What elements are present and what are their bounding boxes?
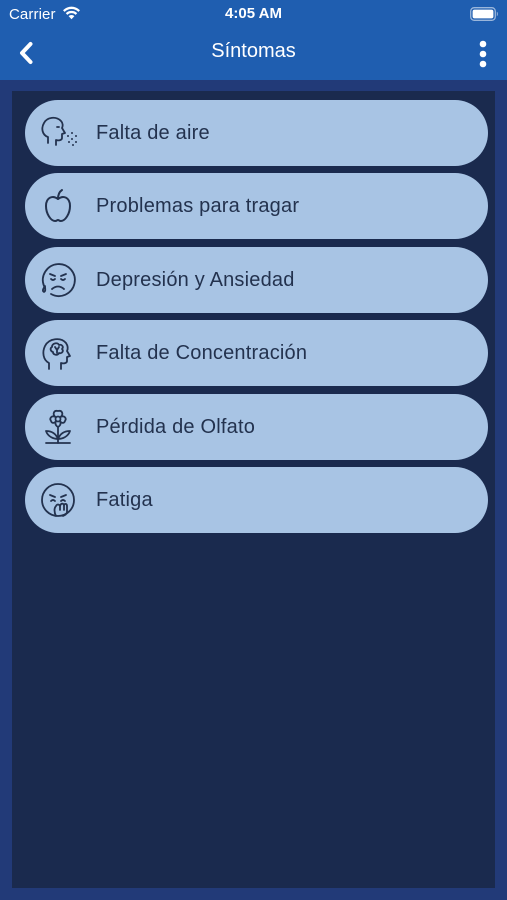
sad-face-icon <box>41 262 76 297</box>
clock-time: 4:05 AM <box>225 5 282 22</box>
symptom-item-perdida-de-olfato[interactable]: Pérdida de Olfato <box>25 393 488 460</box>
tired-face-icon <box>41 483 75 517</box>
breath-face-icon <box>41 116 77 146</box>
symptom-label: Fatiga <box>96 488 153 511</box>
symptom-label: Pérdida de Olfato <box>96 415 256 438</box>
more-options-button[interactable] <box>472 38 494 70</box>
flower-icon <box>45 409 71 444</box>
brain-head-icon <box>42 338 71 371</box>
page-title: Síntomas <box>211 40 296 62</box>
symptom-item-falta-de-concentracion[interactable]: Falta de Concentración <box>25 320 488 387</box>
symptom-label: Depresión y Ansiedad <box>96 268 295 291</box>
vertical-ellipsis-icon <box>479 40 487 68</box>
symptom-list: Falta de aire Problemas para tragar Depr… <box>25 100 488 540</box>
apple-icon <box>45 189 71 223</box>
symptoms-panel: Falta de aire Problemas para tragar Depr… <box>12 91 495 888</box>
symptom-label: Falta de aire <box>96 122 210 144</box>
battery-icon <box>470 7 498 21</box>
symptom-item-falta-de-aire[interactable]: Falta de aire <box>25 100 488 166</box>
symptom-item-fatiga[interactable]: Fatiga <box>25 466 488 533</box>
symptom-item-problemas-para-tragar[interactable]: Problemas para tragar <box>25 173 488 240</box>
symptom-label: Falta de Concentración <box>96 342 308 365</box>
navigation-bar: Síntomas <box>0 28 507 80</box>
symptom-item-depresion-y-ansiedad[interactable]: Depresión y Ansiedad <box>25 246 488 313</box>
symptom-label: Problemas para tragar <box>96 195 300 218</box>
status-bar: Carrier 4:05 AM <box>0 0 507 28</box>
